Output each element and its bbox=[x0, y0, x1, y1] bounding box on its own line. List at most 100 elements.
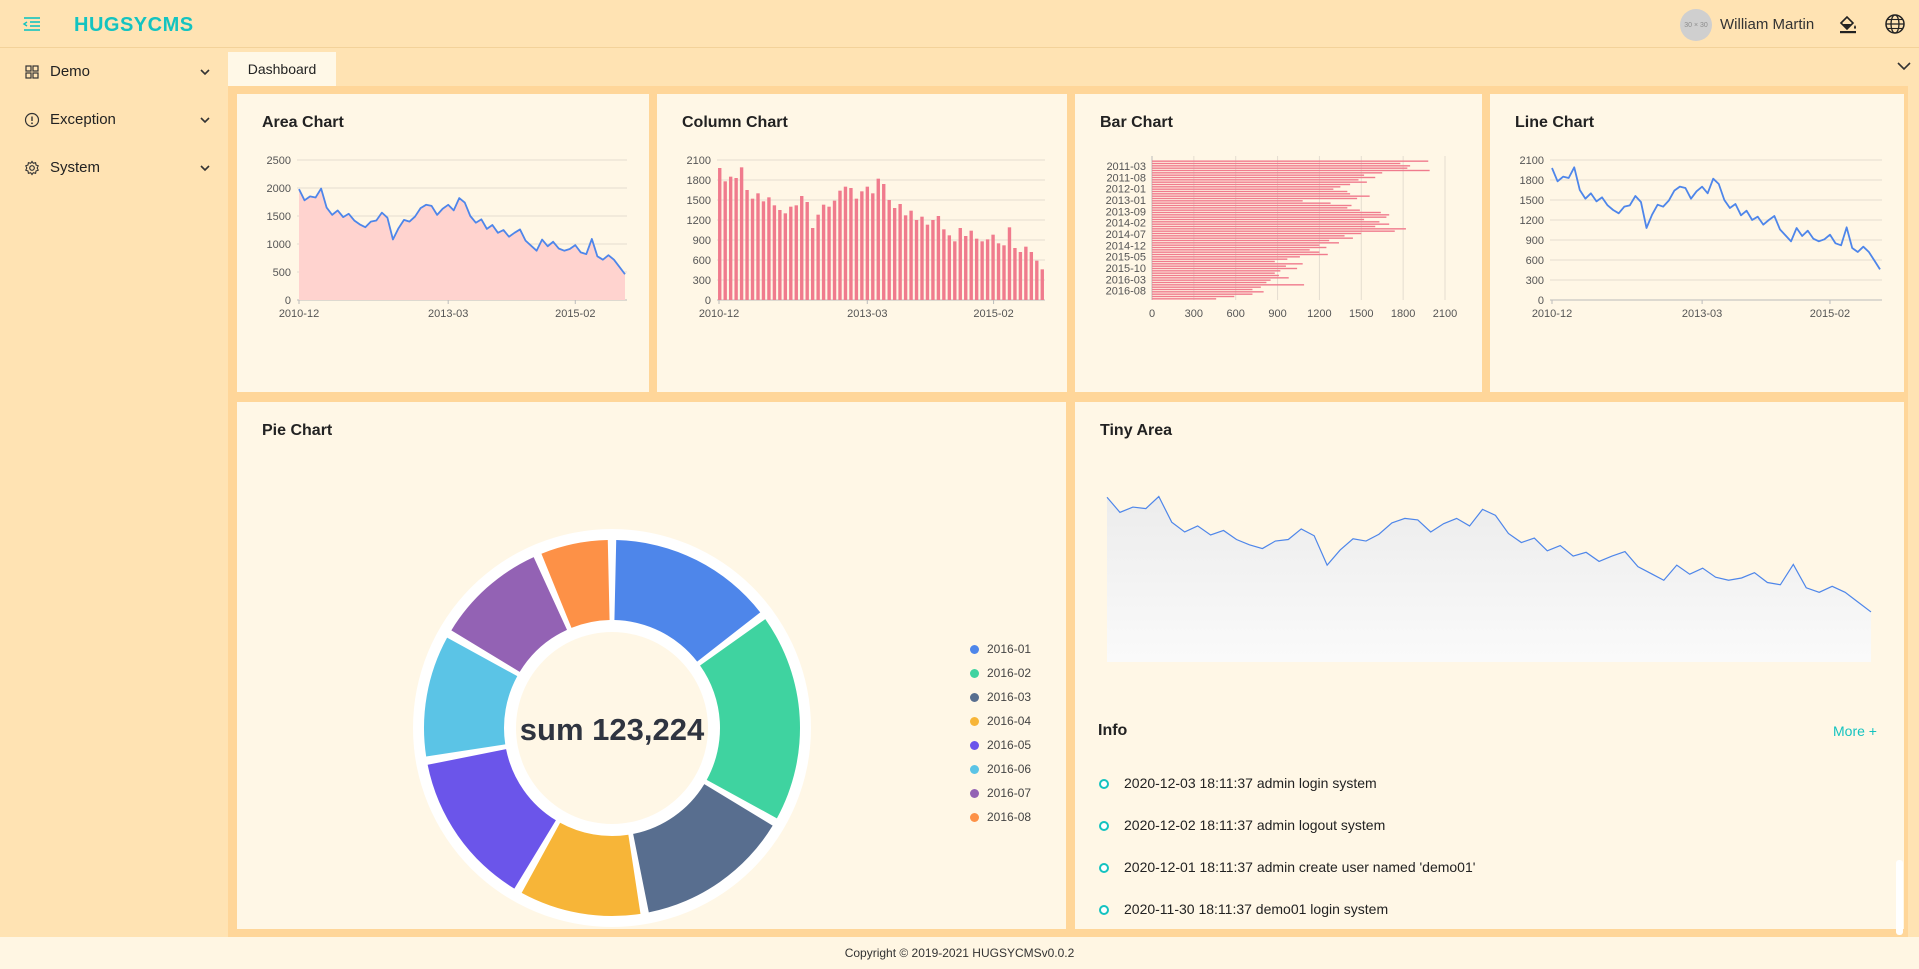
x-tick-label: 2010-12 bbox=[1532, 308, 1572, 320]
y-tick-label: 2015-10 bbox=[1106, 263, 1146, 275]
column-bar bbox=[816, 214, 820, 300]
exclamation-circle-icon bbox=[24, 112, 40, 128]
column-bar bbox=[745, 190, 749, 300]
y-tick-label: 1200 bbox=[1520, 215, 1544, 227]
legend-item[interactable]: 2016-04 bbox=[970, 709, 1031, 733]
legend-item[interactable]: 2016-07 bbox=[970, 781, 1031, 805]
timeline-dot-icon bbox=[1099, 905, 1109, 915]
chevron-down-icon[interactable] bbox=[1895, 58, 1913, 74]
column-bar bbox=[843, 186, 848, 300]
column-bar bbox=[876, 178, 880, 300]
horizontal-bar bbox=[1152, 279, 1271, 281]
horizontal-bar bbox=[1152, 225, 1376, 228]
tab-dashboard[interactable]: Dashboard bbox=[228, 52, 336, 86]
y-tick-label: 2100 bbox=[687, 155, 711, 167]
globe-icon[interactable] bbox=[1884, 13, 1906, 35]
tiny-area-card: Tiny Area bbox=[1075, 402, 1904, 929]
y-tick-label: 1500 bbox=[267, 211, 291, 223]
column-bar bbox=[718, 168, 722, 300]
bar-chart: 0 300 600 900 1200 1500 1800 2100 2011-032011-08… bbox=[1106, 156, 1457, 320]
scrollbar-thumb[interactable] bbox=[1896, 860, 1903, 935]
legend-item[interactable]: 2016-08 bbox=[970, 805, 1031, 829]
column-bar bbox=[909, 210, 913, 300]
y-tick-label: 0 bbox=[1538, 295, 1544, 307]
sidebar-item-exception[interactable]: Exception bbox=[0, 96, 226, 144]
info-more-link[interactable]: More + bbox=[1833, 723, 1877, 739]
horizontal-bar bbox=[1152, 188, 1334, 190]
legend-dot-icon bbox=[970, 668, 979, 678]
horizontal-bar bbox=[1152, 186, 1341, 188]
legend-item[interactable]: 2016-06 bbox=[970, 757, 1031, 781]
legend-item[interactable]: 2016-03 bbox=[970, 685, 1031, 709]
brand-logo-text[interactable]: HUGSYCMS bbox=[74, 14, 194, 37]
y-tick-label: 2015-05 bbox=[1106, 252, 1146, 264]
tab-bar: Dashboard bbox=[228, 48, 1919, 86]
column-bar bbox=[958, 228, 962, 300]
column-bar bbox=[991, 234, 995, 300]
horizontal-bar bbox=[1152, 214, 1390, 216]
y-tick-label: 2014-02 bbox=[1106, 218, 1146, 230]
horizontal-bar bbox=[1152, 174, 1365, 176]
horizontal-bar bbox=[1152, 169, 1430, 172]
legend-item[interactable]: 2016-02 bbox=[970, 661, 1031, 685]
y-tick-label: 600 bbox=[1526, 255, 1544, 267]
horizontal-bar bbox=[1152, 193, 1351, 195]
horizontal-bar bbox=[1152, 298, 1217, 300]
timeline-text: 2020-12-01 18:11:37 admin create user na… bbox=[1124, 859, 1476, 875]
column-bar bbox=[898, 204, 902, 300]
column-bar bbox=[728, 176, 733, 300]
dashboard-grid-icon bbox=[25, 65, 39, 79]
x-tick-label: 900 bbox=[1268, 308, 1286, 320]
column-bar bbox=[882, 184, 886, 300]
horizontal-bar bbox=[1152, 251, 1320, 253]
horizontal-bar bbox=[1152, 246, 1327, 249]
y-tick-label: 1800 bbox=[1520, 175, 1544, 187]
username[interactable]: William Martin bbox=[1720, 16, 1814, 33]
horizontal-bar bbox=[1152, 183, 1351, 186]
y-tick-label: 2500 bbox=[267, 155, 291, 167]
column-bar bbox=[969, 230, 973, 300]
column-bar bbox=[1002, 245, 1006, 300]
column-bar bbox=[925, 224, 930, 300]
horizontal-bar bbox=[1152, 249, 1310, 251]
sidebar-item-label: Exception bbox=[50, 111, 116, 128]
column-bar bbox=[996, 243, 1001, 300]
avatar[interactable]: 30 × 30 bbox=[1680, 9, 1712, 41]
horizontal-bar bbox=[1152, 197, 1358, 200]
legend-item[interactable]: 2016-05 bbox=[970, 733, 1031, 757]
horizontal-bar bbox=[1152, 190, 1348, 193]
column-bar bbox=[860, 191, 864, 300]
legend-item[interactable]: 2016-01 bbox=[970, 637, 1031, 661]
column-bar bbox=[723, 181, 727, 300]
column-bar bbox=[1035, 260, 1039, 300]
sidebar-item-system[interactable]: System bbox=[0, 144, 226, 192]
horizontal-bar bbox=[1152, 218, 1365, 221]
column-bar bbox=[827, 206, 831, 300]
legend-label: 2016-04 bbox=[987, 714, 1032, 728]
y-tick-label: 2000 bbox=[267, 183, 291, 195]
column-bar bbox=[892, 208, 897, 300]
pie-center-text: sum 123,224 bbox=[520, 712, 705, 747]
sidebar-item-demo[interactable]: Demo bbox=[0, 48, 226, 96]
horizontal-bar bbox=[1152, 281, 1267, 284]
horizontal-bar bbox=[1152, 160, 1429, 162]
horizontal-bar bbox=[1152, 293, 1253, 295]
column-bar bbox=[1013, 248, 1017, 300]
timeline-text: 2020-12-03 18:11:37 admin login system bbox=[1124, 775, 1377, 791]
y-tick-label: 0 bbox=[705, 295, 711, 307]
column-bar bbox=[778, 210, 782, 300]
horizontal-bar bbox=[1152, 288, 1253, 291]
horizontal-bar bbox=[1152, 242, 1339, 244]
column-bar bbox=[887, 200, 891, 300]
horizontal-bar bbox=[1152, 207, 1348, 209]
sidebar-item-label: Demo bbox=[50, 63, 91, 80]
timeline-dot-icon bbox=[1099, 779, 1109, 789]
column-bar bbox=[805, 202, 809, 300]
horizontal-bar bbox=[1152, 204, 1352, 207]
horizontal-bar bbox=[1152, 272, 1275, 274]
chevron-down-icon bbox=[200, 69, 210, 76]
timeline-dot-icon bbox=[1099, 863, 1109, 873]
menu-fold-icon[interactable] bbox=[22, 14, 42, 34]
x-tick-label: 1500 bbox=[1349, 308, 1373, 320]
theme-paint-bucket-icon[interactable] bbox=[1837, 13, 1859, 35]
